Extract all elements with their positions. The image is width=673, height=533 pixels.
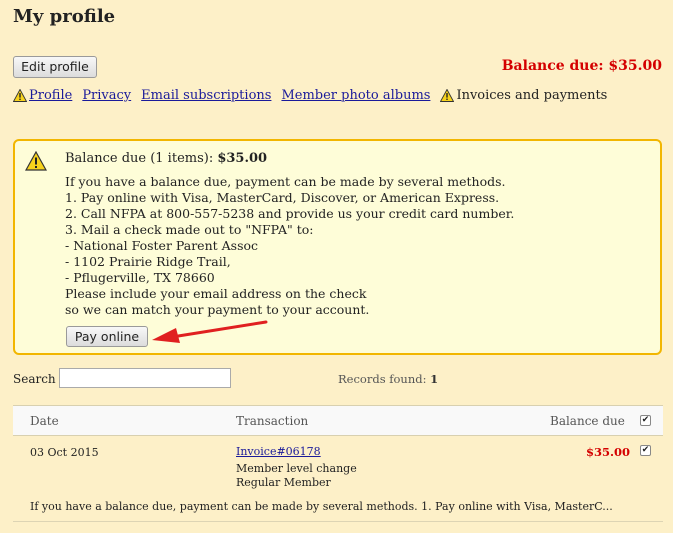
notice-heading-label: Balance due (1 items): bbox=[65, 151, 218, 166]
notice-line: If you have a balance due, payment can b… bbox=[65, 174, 506, 189]
notice-line: 3. Mail a check made out to "NFPA" to: bbox=[65, 222, 314, 237]
tab-profile[interactable]: Profile bbox=[13, 88, 72, 103]
red-arrow-icon bbox=[152, 320, 268, 343]
tab-invoices-and-payments-label: Invoices and payments bbox=[456, 88, 608, 103]
notice-line: so we can match your payment to your acc… bbox=[65, 302, 370, 317]
column-header-transaction[interactable]: Transaction bbox=[236, 414, 308, 428]
row-balance: $35.00 bbox=[586, 445, 631, 459]
records-found-count: 1 bbox=[430, 372, 439, 386]
row-detail-line: Regular Member bbox=[236, 476, 331, 489]
notice-body: If you have a balance due, payment can b… bbox=[65, 174, 514, 318]
tab-privacy-link[interactable]: Privacy bbox=[82, 88, 131, 103]
tab-invoices-and-payments: Invoices and payments bbox=[440, 88, 607, 103]
select-all-checkbox[interactable]: ✔ bbox=[640, 415, 651, 426]
tab-email-subscriptions[interactable]: Email subscriptions bbox=[141, 88, 271, 103]
records-found-label: Records found: bbox=[338, 372, 431, 386]
row-checkbox[interactable]: ✔ bbox=[640, 445, 651, 456]
row-description: If you have a balance due, payment can b… bbox=[30, 500, 613, 513]
column-header-balance[interactable]: Balance due bbox=[550, 414, 625, 428]
row-divider bbox=[13, 521, 663, 522]
notice-line: Please include your email address on the… bbox=[65, 286, 367, 301]
table-header: Date Transaction Balance due ✔ bbox=[13, 405, 663, 436]
column-header-date[interactable]: Date bbox=[30, 414, 59, 428]
tab-member-photo-albums-link[interactable]: Member photo albums bbox=[281, 88, 430, 103]
warning-icon bbox=[440, 89, 455, 102]
notice-line: 1. Pay online with Visa, MasterCard, Dis… bbox=[65, 190, 500, 205]
notice-line: - National Foster Parent Assoc bbox=[65, 238, 259, 253]
search-label: Search bbox=[13, 372, 56, 386]
warning-icon bbox=[25, 151, 47, 171]
notice-line: - Pflugerville, TX 78660 bbox=[65, 270, 215, 285]
tab-email-subscriptions-link[interactable]: Email subscriptions bbox=[141, 88, 271, 103]
tab-profile-link[interactable]: Profile bbox=[29, 88, 72, 103]
notice-line: - 1102 Prairie Ridge Trail, bbox=[65, 254, 231, 269]
row-detail-line: Member level change bbox=[236, 462, 357, 475]
notice-heading-amount: $35.00 bbox=[217, 151, 268, 166]
pay-online-button[interactable]: Pay online bbox=[66, 326, 148, 347]
search-input[interactable] bbox=[59, 368, 231, 388]
notice-heading: Balance due (1 items): $35.00 bbox=[65, 151, 267, 166]
balance-notice: Balance due (1 items): $35.00 If you hav… bbox=[13, 139, 662, 355]
row-date: 03 Oct 2015 bbox=[30, 446, 99, 459]
tab-privacy[interactable]: Privacy bbox=[82, 88, 131, 103]
records-found: Records found: 1 bbox=[338, 372, 438, 386]
balance-due-header: Balance due: $35.00 bbox=[501, 58, 662, 74]
warning-icon bbox=[13, 89, 27, 102]
profile-tabs: Profile Privacy Email subscriptions Memb… bbox=[13, 88, 617, 103]
tab-member-photo-albums[interactable]: Member photo albums bbox=[281, 88, 430, 103]
invoice-link[interactable]: Invoice#06178 bbox=[236, 445, 321, 458]
page-title: My profile bbox=[13, 6, 116, 27]
edit-profile-button[interactable]: Edit profile bbox=[13, 56, 97, 78]
notice-line: 2. Call NFPA at 800-557-5238 and provide… bbox=[65, 206, 515, 221]
